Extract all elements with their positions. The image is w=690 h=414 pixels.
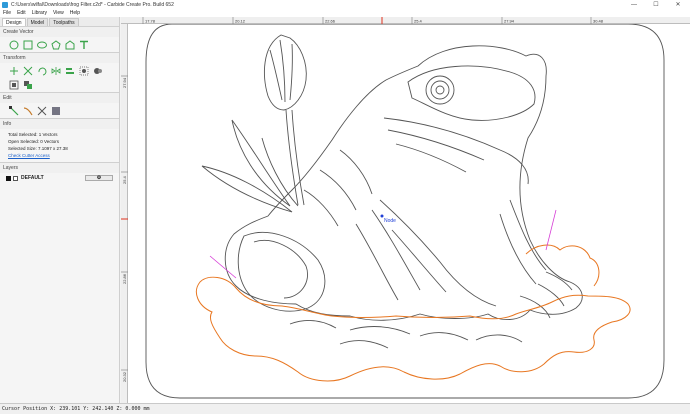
frog-cheek-lines — [387, 129, 485, 173]
close-button[interactable]: ✕ — [670, 0, 686, 9]
menu-bar: File Edit Library View Help — [0, 9, 690, 17]
tab-design[interactable]: Design — [2, 18, 26, 26]
align-tool-icon[interactable] — [64, 65, 75, 76]
info-open-selected: Open Selected: 0 Vectors — [8, 139, 60, 144]
canvas-drawing: Node — [145, 24, 665, 399]
vertical-ruler: 27.94 25.4 22.86 20.32 — [121, 24, 128, 403]
cut-tool-icon[interactable] — [36, 105, 47, 116]
frog-leg-inner — [253, 240, 308, 299]
ruler-tick-label: 27.94 — [122, 77, 127, 88]
layer-color-swatch[interactable] — [6, 175, 11, 181]
frog-front-leg — [499, 199, 547, 285]
polygon-tool-icon[interactable] — [50, 39, 61, 50]
mirror-tool-icon[interactable] — [50, 65, 61, 76]
layer-settings-button[interactable]: ⚙ — [85, 175, 113, 181]
app-window: C:\Users\wilfal\Downloads\frog Filter.c2… — [0, 0, 690, 414]
ruler-tick-label: 17.78 — [145, 19, 156, 24]
node-edit-tool-icon[interactable] — [8, 105, 19, 116]
design-canvas[interactable]: Node — [128, 24, 690, 403]
frog-artwork — [145, 24, 665, 399]
lily-pad-selected-vector[interactable] — [196, 276, 631, 382]
group-tool-icon[interactable] — [78, 65, 89, 76]
tab-model[interactable]: Model — [26, 18, 49, 26]
app-icon — [2, 1, 8, 8]
frog-head-ridge — [407, 65, 536, 121]
check-cutter-access-link[interactable]: Check Cutter Access — [0, 152, 119, 159]
edit-tools — [0, 103, 119, 118]
scale-tool-icon[interactable] — [22, 65, 33, 76]
move-tool-icon[interactable] — [8, 65, 19, 76]
info-total-selected: Total Selected: 1 Vectors — [8, 132, 58, 137]
info-body: Total Selected: 1 Vectors Open Selected:… — [0, 129, 119, 159]
edit-header: Edit — [0, 92, 119, 103]
bezier-handle-left[interactable] — [209, 255, 237, 279]
frog-eye-outer — [425, 75, 455, 105]
horizontal-ruler: 17.78 20.12 22.66 25.4 27.94 30.48 — [121, 17, 690, 24]
stem — [285, 109, 305, 206]
fillet-tool-icon[interactable] — [50, 105, 61, 116]
ellipse-tool-icon[interactable] — [36, 39, 47, 50]
circle-tool-icon[interactable] — [8, 39, 19, 50]
frog-mouth-line — [383, 117, 529, 185]
ruler-tick-label: 20.32 — [122, 371, 127, 382]
frog-toes — [519, 271, 573, 319]
ruler-tick-label: 20.12 — [235, 19, 246, 24]
frog-eye-inner — [435, 85, 445, 95]
panel-tabs: Design Model Toolpaths — [0, 17, 119, 26]
tab-toolpaths[interactable]: Toolpaths — [49, 18, 79, 26]
transform-header: Transform — [0, 52, 119, 63]
stock-boundary — [145, 24, 665, 399]
info-header: Info — [0, 118, 119, 129]
create-vector-header: Create Vector — [0, 26, 119, 37]
ruler-tick-label: 27.94 — [504, 19, 515, 24]
gear-icon: ⚙ — [96, 175, 102, 181]
menu-file[interactable]: File — [3, 10, 11, 16]
left-panel: Design Model Toolpaths Create Vector Tra… — [0, 17, 120, 403]
water-ripples — [339, 326, 469, 349]
water-ripples-2 — [289, 320, 523, 343]
window-title: C:\Users\wilfal\Downloads\frog Filter.c2… — [11, 1, 174, 8]
minimize-button[interactable]: — — [626, 0, 642, 9]
text-tool-icon[interactable] — [78, 39, 89, 50]
polyline-tool-icon[interactable] — [64, 39, 75, 50]
vertical-ruler-ticks: 27.94 25.4 22.86 20.32 — [121, 75, 128, 382]
rectangle-tool-icon[interactable] — [22, 39, 33, 50]
transform-tools — [0, 63, 119, 92]
menu-help[interactable]: Help — [70, 10, 80, 16]
create-vector-tools — [0, 37, 119, 52]
layers-header: Layers — [0, 162, 119, 173]
rotate-tool-icon[interactable] — [36, 65, 47, 76]
menu-view[interactable]: View — [53, 10, 64, 16]
layer-visibility-checkbox[interactable] — [13, 175, 18, 181]
layer-name: DEFAULT — [21, 175, 44, 181]
maximize-button[interactable]: ☐ — [648, 0, 664, 9]
ruler-tick-label: 25.4 — [414, 19, 423, 24]
ruler-tick-label: 22.86 — [122, 273, 127, 284]
ruler-tick-label: 25.4 — [122, 175, 127, 184]
join-tool-icon[interactable] — [92, 65, 103, 76]
status-bar: Cursor Position X: 239.101 Y: 242.140 Z:… — [0, 403, 690, 414]
horizontal-ruler-ticks: 17.78 20.12 22.66 25.4 27.94 30.48 — [142, 17, 604, 24]
frog-eye-middle — [430, 80, 450, 100]
node-label: Node — [384, 218, 396, 224]
frog-back-lines — [303, 149, 373, 227]
ruler-tick-label: 30.48 — [593, 19, 604, 24]
offset-tool-icon[interactable] — [8, 79, 19, 90]
menu-edit[interactable]: Edit — [17, 10, 26, 16]
info-selected-size: Selected Size: 7.1097 x 27.38 — [8, 146, 68, 151]
cursor-position-readout: Cursor Position X: 239.101 Y: 242.140 Z:… — [2, 406, 150, 412]
bezier-handle-right[interactable] — [545, 209, 557, 251]
frog-arm — [379, 199, 497, 307]
layer-row[interactable]: DEFAULT ⚙ — [0, 173, 119, 183]
ruler-tick-label: 22.66 — [325, 19, 336, 24]
leaf-left — [231, 119, 291, 207]
boolean-tool-icon[interactable] — [22, 79, 33, 90]
trim-tool-icon[interactable] — [22, 105, 33, 116]
bud-petals — [269, 39, 293, 103]
title-bar: C:\Users\wilfal\Downloads\frog Filter.c2… — [0, 0, 690, 9]
lily-pad-edge-right[interactable] — [525, 244, 600, 287]
menu-library[interactable]: Library — [32, 10, 47, 16]
